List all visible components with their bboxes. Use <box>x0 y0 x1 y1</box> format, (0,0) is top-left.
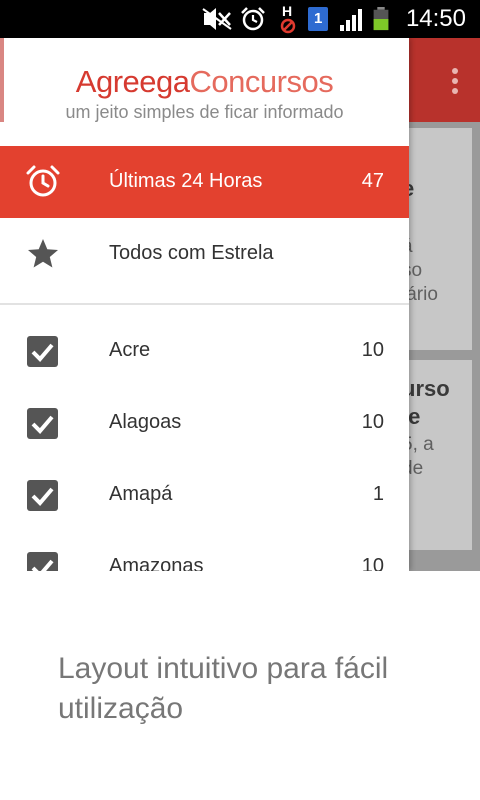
status-bar: H 1 14:50 <box>0 0 480 38</box>
category-label: Amapá <box>109 483 173 505</box>
category-item-amazonas[interactable]: Amazonas 10 <box>0 531 409 571</box>
check-icon <box>31 415 54 434</box>
category-item-acre[interactable]: Acre 10 <box>0 315 409 387</box>
app-logo: AgreegaConcursos <box>75 64 334 99</box>
alarm-icon <box>241 7 265 31</box>
checkbox[interactable] <box>27 552 58 571</box>
signal-icon <box>340 9 362 31</box>
h-no-signal-icon: H <box>278 3 298 34</box>
battery-icon <box>373 7 389 31</box>
divider <box>0 303 409 305</box>
status-time: 14:50 <box>405 5 466 32</box>
nav-item-label: Últimas 24 Horas <box>109 170 263 192</box>
check-icon <box>31 559 54 571</box>
category-label: Alagoas <box>109 411 182 433</box>
overflow-menu-icon[interactable] <box>452 68 458 98</box>
muted-icon <box>202 8 232 30</box>
category-item-amapa[interactable]: Amapá 1 <box>0 459 409 531</box>
nav-item-label: Todos com Estrela <box>109 242 274 264</box>
app-tagline: um jeito simples de ficar informado <box>65 102 344 122</box>
category-item-alagoas[interactable]: Alagoas 10 <box>0 387 409 459</box>
category-count: 10 <box>361 411 384 433</box>
category-count: 10 <box>361 555 384 571</box>
category-count: 1 <box>372 483 384 505</box>
category-label: Acre <box>109 339 151 361</box>
category-label: Amazonas <box>109 555 204 571</box>
nav-item-last-24-hours[interactable]: Últimas 24 Horas 47 <box>0 146 409 218</box>
sim-1-icon: 1 <box>308 7 328 31</box>
category-count: 10 <box>361 339 384 361</box>
check-icon <box>31 487 54 506</box>
star-icon <box>28 239 58 268</box>
navigation-drawer: AgreegaConcursos um jeito simples de fic… <box>0 38 409 571</box>
checkbox[interactable] <box>27 408 58 439</box>
nav-item-count: 47 <box>361 170 384 192</box>
promo-panel: Layout intuitivo para fácil utilização <box>0 571 480 800</box>
check-icon <box>31 343 54 362</box>
checkbox[interactable] <box>27 336 58 367</box>
checkbox[interactable] <box>27 480 58 511</box>
nav-item-starred[interactable]: Todos com Estrela <box>0 218 409 290</box>
alarm-clock-icon <box>26 165 60 197</box>
promo-caption: Layout intuitivo para fácil utilização <box>58 652 389 725</box>
